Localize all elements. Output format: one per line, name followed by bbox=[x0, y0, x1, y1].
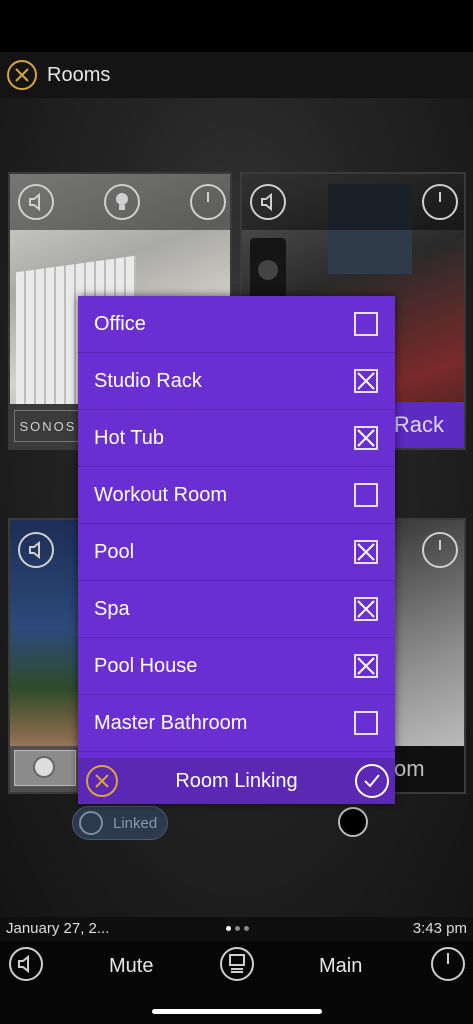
volume-icon[interactable] bbox=[18, 184, 54, 220]
room-tile-garage[interactable]: om bbox=[392, 518, 466, 794]
dialog-footer: Room Linking bbox=[78, 758, 395, 804]
dialog-title: Room Linking bbox=[175, 769, 298, 792]
volume-icon[interactable] bbox=[9, 947, 43, 981]
info-bar: January 27, 2... 3:43 pm bbox=[0, 917, 473, 941]
power-icon[interactable] bbox=[431, 947, 465, 981]
room-name: Pool House bbox=[94, 654, 198, 677]
linked-label: Linked bbox=[113, 814, 158, 832]
home-indicator bbox=[152, 1009, 322, 1014]
linked-badge[interactable]: Linked bbox=[72, 806, 168, 840]
room-row-office[interactable]: Office bbox=[78, 296, 395, 353]
room-tile-pool[interactable] bbox=[8, 518, 82, 794]
room-checkbox-checked[interactable] bbox=[354, 654, 378, 678]
room-label-garage: om bbox=[394, 756, 425, 781]
room-checkbox-checked[interactable] bbox=[354, 426, 378, 450]
main-button[interactable]: Main bbox=[319, 955, 362, 978]
room-name: Pool bbox=[94, 540, 135, 563]
checkmark-icon[interactable] bbox=[355, 764, 389, 798]
volume-icon[interactable] bbox=[250, 184, 286, 220]
room-checkbox-checked[interactable] bbox=[354, 369, 378, 393]
studio-photo bbox=[250, 238, 286, 302]
room-name: Spa bbox=[94, 597, 130, 620]
power-icon[interactable] bbox=[422, 184, 458, 220]
room-row-studio-rack[interactable]: Studio Rack bbox=[78, 353, 395, 410]
room-row-pool[interactable]: Pool bbox=[78, 524, 395, 581]
room-row-spa[interactable]: Spa bbox=[78, 581, 395, 638]
mute-button[interactable]: Mute bbox=[109, 955, 153, 978]
sonos-source-badge: SONOS bbox=[14, 410, 82, 442]
remote-icon[interactable] bbox=[220, 947, 254, 981]
page-indicator bbox=[226, 926, 249, 931]
room-name: Hot Tub bbox=[94, 426, 165, 449]
link-icon[interactable] bbox=[338, 807, 368, 837]
power-icon[interactable] bbox=[190, 184, 226, 220]
room-row-hot-tub[interactable]: Hot Tub bbox=[78, 410, 395, 467]
room-checkbox-unchecked[interactable] bbox=[354, 483, 378, 507]
room-row-master-bathroom[interactable]: Master Bathroom bbox=[78, 695, 395, 752]
room-name: Master Bathroom bbox=[94, 711, 248, 734]
room-checkbox-unchecked[interactable] bbox=[354, 312, 378, 336]
cancel-icon[interactable] bbox=[86, 765, 118, 797]
header-bar: Rooms bbox=[0, 52, 473, 99]
lightbulb-icon[interactable] bbox=[104, 184, 140, 220]
status-bar bbox=[0, 0, 473, 52]
close-icon[interactable] bbox=[7, 60, 37, 90]
time-label: 3:43 pm bbox=[412, 920, 467, 937]
room-row-workout-room[interactable]: Workout Room bbox=[78, 467, 395, 524]
room-label-studio-rack: Rack bbox=[393, 412, 444, 437]
room-row-pool-house[interactable]: Pool House bbox=[78, 638, 395, 695]
page-title: Rooms bbox=[47, 63, 111, 86]
room-checkbox-checked[interactable] bbox=[354, 597, 378, 621]
room-name: Studio Rack bbox=[94, 369, 202, 392]
date-label: January 27, 2... bbox=[6, 920, 110, 937]
room-checkbox-unchecked[interactable] bbox=[354, 711, 378, 735]
room-name: Office bbox=[94, 312, 146, 335]
power-icon[interactable] bbox=[422, 532, 458, 568]
room-linking-dialog: Office Studio Rack Hot Tub Workout Room … bbox=[78, 296, 395, 804]
volume-icon[interactable] bbox=[18, 532, 54, 568]
dvd-source-icon bbox=[14, 750, 76, 786]
room-checkbox-checked[interactable] bbox=[354, 540, 378, 564]
room-name: Workout Room bbox=[94, 483, 228, 506]
link-icon bbox=[79, 811, 103, 835]
